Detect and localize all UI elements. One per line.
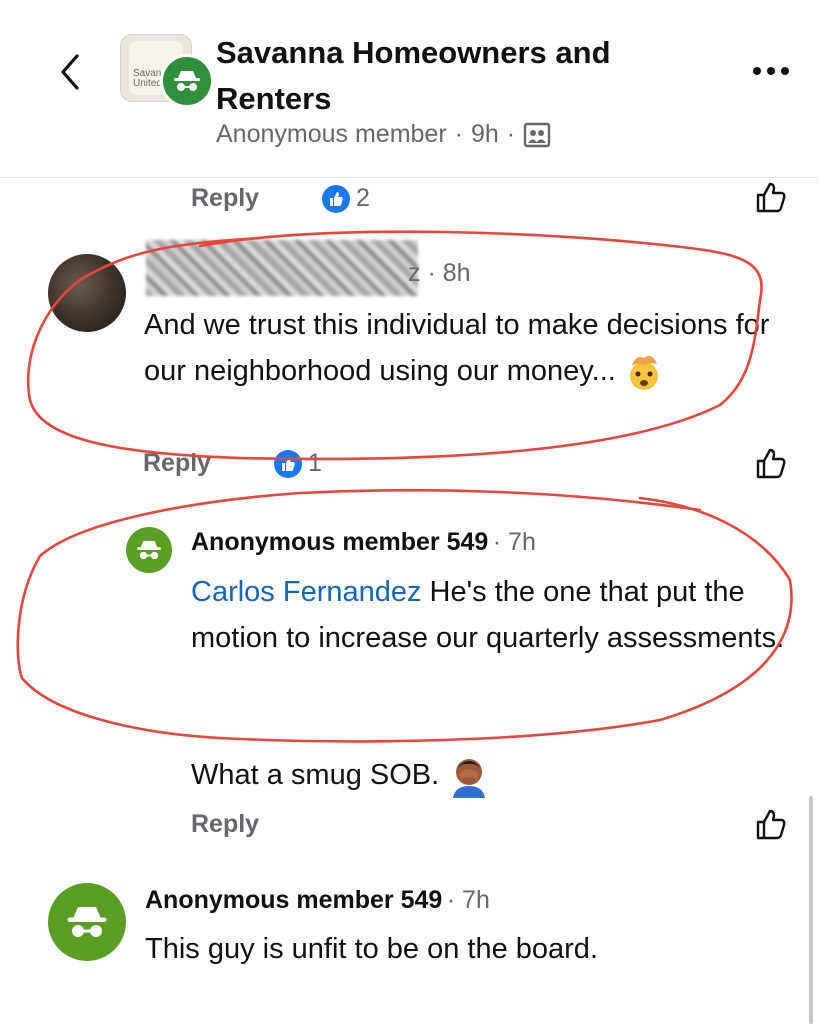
header-divider xyxy=(0,177,819,178)
author-name[interactable]: Anonymous member 549 xyxy=(191,528,488,556)
comment-header: Anonymous member 549 · 7h xyxy=(145,886,490,915)
separator: · xyxy=(454,120,463,148)
comment-text-content: And we trust this individual to make dec… xyxy=(144,309,770,387)
reply-button[interactable]: Reply xyxy=(191,810,259,839)
group-name[interactable]: Savanna Homeowners and Renters xyxy=(216,30,716,122)
face-palm-emoji xyxy=(453,759,486,799)
more-options-button[interactable] xyxy=(748,56,794,86)
like-reaction-icon xyxy=(274,449,302,478)
incognito-icon xyxy=(137,540,161,560)
exploding-head-emoji xyxy=(629,356,658,391)
mention-link[interactable]: Carlos Fernandez xyxy=(191,576,422,608)
comment-time: · 8h xyxy=(427,259,471,287)
author-suffix: z xyxy=(408,259,421,287)
post-meta: Anonymous member · 9h · xyxy=(216,120,551,149)
comment-header: Anonymous member 549 · 7h xyxy=(191,528,536,557)
scrollbar[interactable] xyxy=(809,796,813,1024)
like-count[interactable]: 2 xyxy=(322,184,370,213)
reply-button[interactable]: Reply xyxy=(143,449,211,478)
annotation-overlay xyxy=(16,230,793,743)
comment-text: Carlos Fernandez He's the one that put t… xyxy=(191,569,791,661)
post-time: 9h xyxy=(470,120,499,148)
like-count-text: 1 xyxy=(308,449,322,477)
anonymous-badge xyxy=(160,54,214,108)
redacted-author-name xyxy=(146,240,418,296)
separator: · xyxy=(506,120,516,148)
members-only-icon xyxy=(523,122,551,147)
avatar[interactable] xyxy=(48,254,126,332)
author-name-suffix: z · 8h xyxy=(408,259,471,288)
author-name[interactable]: Anonymous member 549 xyxy=(145,886,442,914)
avatar[interactable] xyxy=(48,883,126,961)
thumbs-up-icon[interactable] xyxy=(754,807,788,841)
more-horizontal-icon xyxy=(753,67,789,75)
comment-time: · 7h xyxy=(492,528,536,556)
like-count[interactable]: 1 xyxy=(274,449,322,478)
post-author: Anonymous member xyxy=(216,120,447,148)
comment-text: This guy is unfit to be on the board. xyxy=(145,933,598,965)
back-button[interactable] xyxy=(52,46,88,98)
comment-time: · 7h xyxy=(446,886,490,914)
reply-button[interactable]: Reply xyxy=(191,184,259,213)
chevron-left-icon xyxy=(61,54,79,90)
comment-text: And we trust this individual to make dec… xyxy=(144,302,774,394)
thumbs-up-icon[interactable] xyxy=(754,180,788,214)
thumbs-up-icon[interactable] xyxy=(754,446,788,480)
comment-text-content: What a smug SOB. xyxy=(191,759,440,791)
like-count-text: 2 xyxy=(356,184,370,212)
incognito-icon xyxy=(67,907,107,937)
like-reaction-icon xyxy=(322,184,350,213)
avatar[interactable] xyxy=(126,527,172,573)
incognito-icon xyxy=(174,71,200,91)
comment-text-continued: What a smug SOB. xyxy=(191,752,491,799)
